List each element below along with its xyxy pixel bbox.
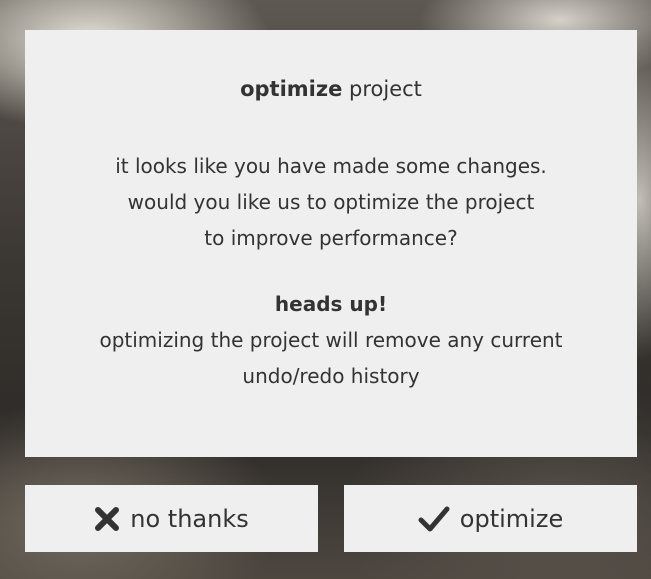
optimize-button[interactable]: optimize <box>344 485 637 552</box>
dialog-title: optimize project <box>25 74 637 104</box>
checkmark-icon <box>418 506 450 532</box>
dialog-message-line: would you like us to optimize the projec… <box>127 190 535 214</box>
optimize-project-dialog: optimize project it looks like you have … <box>25 30 637 457</box>
warning-message-line: optimizing the project will remove any c… <box>99 328 563 352</box>
dialog-title-rest: project <box>342 77 422 101</box>
no-thanks-label: no thanks <box>130 504 249 533</box>
x-icon <box>94 506 120 532</box>
warning-message-line: undo/redo history <box>242 364 420 388</box>
dialog-message: it looks like you have made some changes… <box>25 148 637 256</box>
dialog-message-line: to improve performance? <box>204 226 458 250</box>
dialog-message-line: it looks like you have made some changes… <box>115 154 547 178</box>
no-thanks-button[interactable]: no thanks <box>25 485 318 552</box>
heads-up-heading: heads up! <box>274 292 388 316</box>
optimize-label: optimize <box>459 504 564 533</box>
warning-message: optimizing the project will remove any c… <box>25 322 637 394</box>
dialog-title-strong: optimize <box>240 77 343 101</box>
